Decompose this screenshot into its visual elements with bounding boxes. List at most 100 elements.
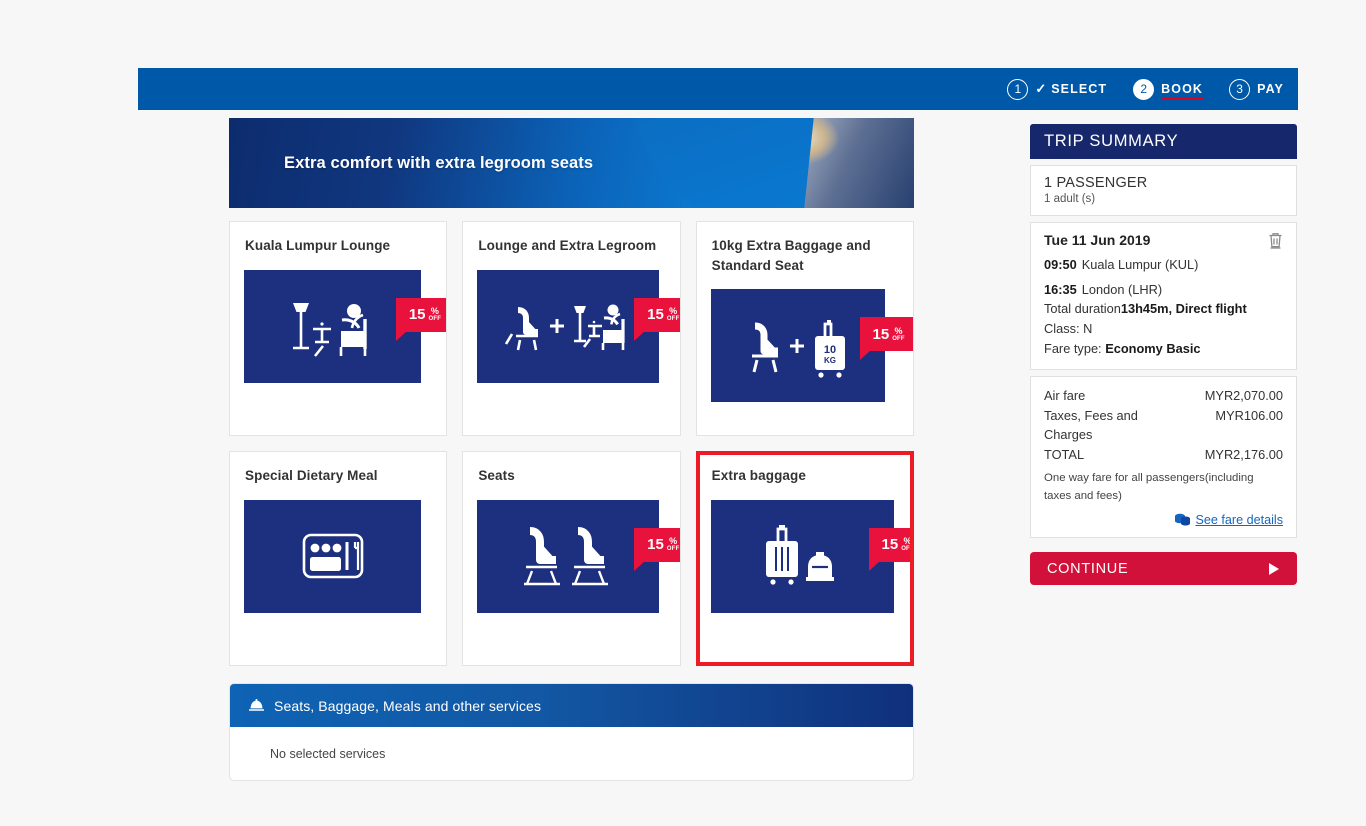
play-triangle-icon (1269, 562, 1279, 575)
flight-date: Tue 11 Jun 2019 (1044, 232, 1151, 248)
fare-line-air-fare: Air fare MYR2,070.00 (1044, 386, 1283, 405)
class-label: Class: (1044, 321, 1080, 337)
fare-type-label: Fare type: (1044, 341, 1102, 357)
main-content: Extra comfort with extra legroom seats K… (229, 118, 914, 781)
selected-services-panel: Seats, Baggage, Meals and other services… (229, 683, 914, 781)
class-value: N (1083, 321, 1093, 337)
discount-percent-symbol: % (894, 325, 903, 336)
continue-label: CONTINUE (1047, 560, 1129, 577)
service-card-title: 10kg Extra Baggage and Standard Seat (711, 238, 871, 273)
step-number-1: 1 (1007, 78, 1029, 100)
service-card-image-wrap: 10 KG 15 % OFF (710, 289, 913, 403)
service-card-title: Seats (478, 468, 515, 483)
total-label: TOTAL (1044, 447, 1085, 463)
continue-button[interactable]: CONTINUE (1030, 552, 1297, 586)
service-card-image-wrap: 15 % OFF (477, 269, 680, 383)
coins-icon (1175, 513, 1191, 526)
service-card-image (244, 269, 421, 383)
departure-city: Kuala Lumpur (KUL) (1081, 257, 1199, 272)
discount-off-label: OFF (901, 546, 914, 553)
discount-off-label: OFF (428, 316, 442, 323)
air-fare-label: Air fare (1044, 387, 1086, 403)
service-bell-icon (249, 699, 264, 711)
step-label-select: SELECT (1051, 82, 1108, 96)
fare-details-row: See fare details (1044, 512, 1283, 527)
service-card-image: 10 KG (710, 289, 885, 403)
meal-tray-icon (302, 533, 363, 579)
fare-type: Fare type: Economy Basic (1044, 339, 1283, 359)
flight-class: Class: N (1044, 319, 1283, 339)
progress-step-book[interactable]: 2 BOOK (1133, 78, 1203, 100)
service-card-image-wrap: 15 % OFF (244, 269, 447, 383)
discount-value: 15 (647, 536, 664, 554)
svg-text:10: 10 (824, 344, 836, 356)
selected-services-header[interactable]: Seats, Baggage, Meals and other services (230, 684, 913, 727)
service-card-title: Kuala Lumpur Lounge (245, 238, 391, 253)
progress-step-select[interactable]: 1 ✓ SELECT (1007, 78, 1108, 100)
flight-duration: Total duration13h45m, Direct flight (1044, 299, 1283, 319)
fare-line-total: TOTAL MYR2,176.00 (1044, 445, 1283, 464)
discount-percent-symbol: % (430, 306, 439, 317)
step-number-2: 2 (1133, 78, 1155, 100)
see-fare-details-link[interactable]: See fare details (1195, 513, 1283, 527)
flight-block: Tue 11 Jun 2019 09:50 Kuala Lumpur (KUL) … (1030, 222, 1297, 370)
service-card-extra-baggage[interactable]: Extra baggage 15 % OFF (695, 451, 914, 666)
discount-value: 15 (408, 306, 426, 324)
discount-suffix: % OFF (667, 536, 680, 553)
passenger-block: 1 PASSENGER 1 adult (s) (1030, 165, 1297, 216)
discount-badge: 15 % OFF (859, 317, 913, 361)
duration-value: 13h45m, Direct flight (1120, 301, 1247, 317)
service-card-title: Special Dietary Meal (245, 468, 378, 483)
suitcase-duffel-icon (766, 525, 835, 585)
promo-banner[interactable]: Extra comfort with extra legroom seats (229, 118, 914, 208)
passenger-count: 1 PASSENGER (1044, 175, 1148, 191)
progress-step-pay[interactable]: 3 PAY (1229, 78, 1284, 100)
service-card-lounge-and-extra-legroom[interactable]: Lounge and Extra Legroom 15 % OFF (462, 221, 681, 436)
discount-value: 15 (881, 536, 899, 554)
arrival-time: 16:35 (1044, 282, 1077, 298)
total-value: MYR2,176.00 (1204, 447, 1283, 463)
discount-percent-symbol: % (669, 306, 678, 317)
arrival-city: London (LHR) (1081, 282, 1163, 298)
discount-badge: 15 % OFF (634, 527, 680, 571)
service-card-title: Lounge and Extra Legroom (478, 238, 657, 253)
fare-type-value: Economy Basic (1105, 341, 1201, 357)
check-icon: ✓ (1035, 81, 1047, 96)
duration-label: Total duration (1044, 301, 1121, 317)
service-card-special-dietary-meal[interactable]: Special Dietary Meal (229, 451, 448, 666)
taxes-value: MYR106.00 (1215, 408, 1283, 424)
discount-percent-symbol: % (903, 536, 912, 547)
discount-suffix: % OFF (666, 306, 680, 323)
departure-time: 09:50 (1044, 257, 1077, 272)
trip-summary-header: TRIP SUMMARY (1030, 124, 1297, 159)
discount-percent-symbol: % (669, 536, 678, 547)
service-card-seats[interactable]: Seats 15 % OFF (462, 451, 681, 666)
discount-suffix: % OFF (892, 325, 905, 342)
service-card-image (710, 499, 894, 613)
service-card-image-wrap: 15 % OFF (477, 499, 680, 613)
selected-services-title: Seats, Baggage, Meals and other services (274, 697, 542, 714)
svg-text:KG: KG (824, 356, 836, 365)
service-card-kuala-lumpur-lounge[interactable]: Kuala Lumpur Lounge 15 % OFF (229, 221, 448, 436)
two-seats-icon (524, 527, 609, 586)
selected-services-empty-state: No selected services (270, 746, 386, 761)
discount-value: 15 (647, 306, 664, 324)
service-card-image-wrap: 15 % OFF (710, 499, 910, 613)
lounge-chair-lamp-icon (292, 303, 367, 357)
fare-note: One way fare for all passengers(includin… (1044, 471, 1254, 502)
arrival-leg: 16:35 London (LHR) (1044, 280, 1283, 299)
service-card-10kg-extra-baggage-and-standard-seat[interactable]: 10kg Extra Baggage and Standard Seat 10 … (695, 221, 914, 436)
air-fare-value: MYR2,070.00 (1204, 387, 1283, 403)
service-card-image (477, 499, 660, 613)
seat-plus-lounge-icon (505, 304, 625, 351)
fare-block: Air fare MYR2,070.00 Taxes, Fees and Cha… (1030, 375, 1297, 539)
discount-badge: 15 % OFF (634, 297, 680, 341)
trash-icon[interactable] (1268, 232, 1283, 249)
booking-progress-bar: 1 ✓ SELECT 2 BOOK 3 PAY (138, 68, 1298, 110)
service-card-image-wrap (244, 499, 432, 613)
discount-value: 15 (872, 325, 890, 343)
discount-off-label: OFF (666, 316, 680, 323)
taxes-label: Taxes, Fees and Charges (1044, 408, 1138, 443)
discount-badge: 15 % OFF (868, 527, 914, 571)
passenger-detail: 1 adult (s) (1044, 193, 1096, 205)
